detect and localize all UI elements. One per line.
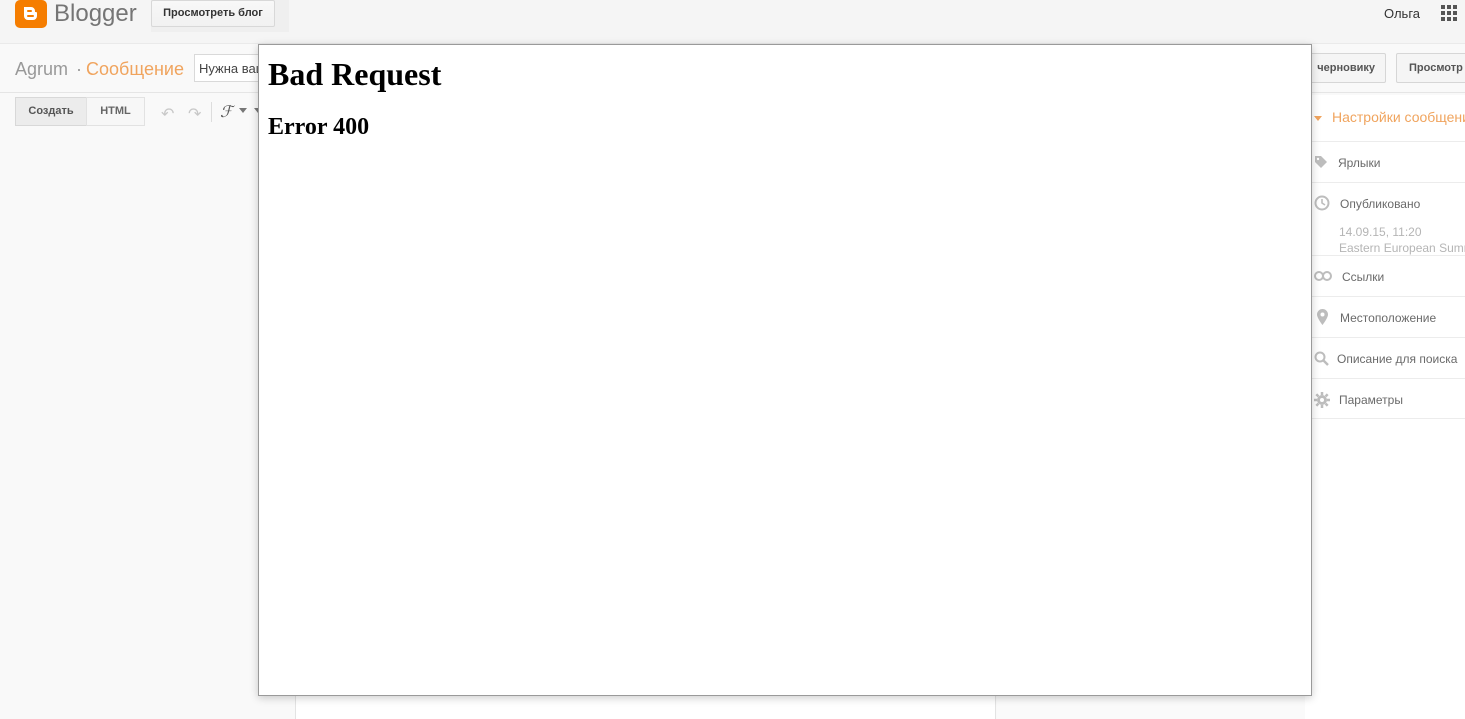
error-title: Bad Request [268, 56, 442, 92]
search-icon [1314, 351, 1329, 366]
blogger-logo-icon[interactable] [15, 0, 47, 28]
redo-icon[interactable]: ↷ [188, 104, 201, 124]
sidebar-item-published[interactable]: Опубликовано 14.09.15, 11:20 Eastern Eur… [1305, 182, 1465, 255]
clock-icon [1314, 195, 1330, 211]
link-icon [1314, 271, 1332, 281]
section-name: Сообщение [86, 59, 184, 79]
toolbar-divider [211, 102, 212, 122]
preview-button[interactable]: Просмотр [1396, 53, 1465, 83]
sidebar-item-options[interactable]: Параметры [1305, 378, 1465, 419]
gear-icon [1314, 392, 1330, 408]
sidebar-item-label: Местоположение [1340, 311, 1437, 325]
sidebar-item-label: Ссылки [1342, 270, 1385, 284]
tab-html[interactable]: HTML [86, 97, 145, 126]
location-pin-icon [1317, 309, 1328, 325]
publish-date: 14.09.15, 11:20 [1339, 225, 1422, 239]
chevron-down-icon [1314, 116, 1322, 121]
error-dialog[interactable]: Bad Request Error 400 [258, 44, 1312, 696]
blog-name[interactable]: Agrum [15, 59, 68, 80]
chevron-down-icon[interactable] [239, 108, 247, 113]
view-blog-button[interactable]: Просмотреть блог [151, 0, 275, 27]
user-name[interactable]: Ольга [1384, 6, 1420, 21]
breadcrumb-separator: · [76, 59, 82, 79]
blogger-wordmark[interactable]: Blogger [54, 0, 137, 28]
sidebar-item-links[interactable]: Ссылки [1305, 255, 1465, 296]
tag-icon [1315, 156, 1327, 168]
sidebar-item-search-description[interactable]: Описание для поиска [1305, 337, 1465, 378]
post-settings-sidebar: Настройки сообщения Ярлыки Опубликовано … [1305, 95, 1465, 719]
font-family-icon[interactable]: ℱ [220, 102, 233, 121]
publish-timezone: Eastern European Summer Time [1339, 241, 1465, 255]
apps-grid-icon[interactable] [1441, 5, 1458, 22]
undo-icon[interactable]: ↶ [161, 104, 174, 124]
sidebar-item-labels[interactable]: Ярлыки [1305, 141, 1465, 182]
sidebar-item-location[interactable]: Местоположение [1305, 296, 1465, 337]
error-code: Error 400 [268, 114, 370, 140]
sidebar-item-label: Параметры [1339, 393, 1403, 407]
sidebar-item-label: Описание для поиска [1337, 352, 1458, 366]
sidebar-item-label: Опубликовано [1340, 197, 1421, 211]
tab-compose[interactable]: Создать [15, 97, 87, 126]
sidebar-item-label: Ярлыки [1338, 156, 1381, 170]
post-settings-header[interactable]: Настройки сообщения [1332, 109, 1465, 125]
top-bar: Blogger Просмотреть блог Ольга [0, 0, 1465, 44]
